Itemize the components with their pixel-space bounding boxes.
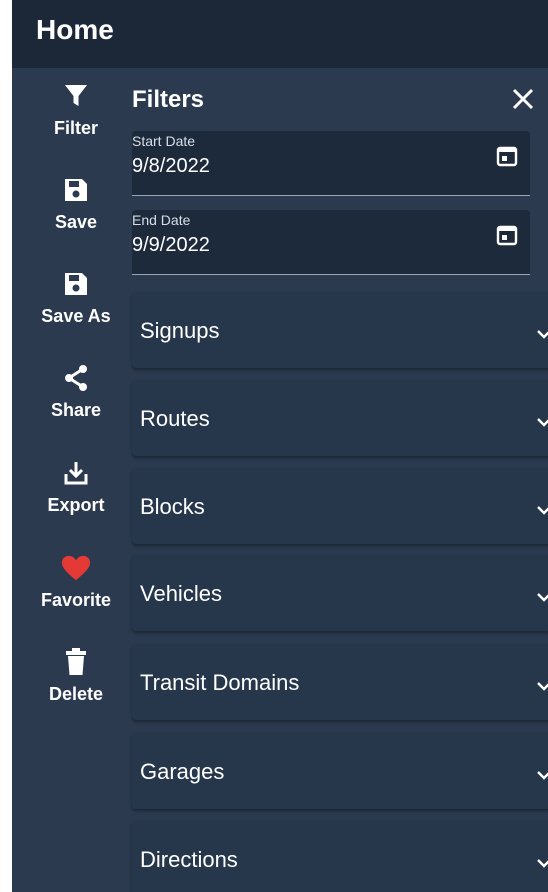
export-label: Export bbox=[47, 495, 105, 515]
end-date-field[interactable]: End Date 9/9/2022 bbox=[132, 210, 530, 275]
share-label: Share bbox=[50, 400, 102, 420]
accordion-label: Vehicles bbox=[140, 581, 222, 606]
accordion-vehicles[interactable]: Vehicles bbox=[132, 555, 548, 631]
trash-icon bbox=[61, 646, 91, 678]
accordion-blocks[interactable]: Blocks bbox=[132, 468, 548, 544]
accordion-label: Signups bbox=[140, 318, 220, 343]
accordion-label: Garages bbox=[140, 759, 225, 784]
accordion-routes[interactable]: Routes bbox=[132, 380, 548, 456]
app-window: Home Filter Save Save As Share Export Fa… bbox=[12, 0, 548, 892]
accordion-garages[interactable]: Garages bbox=[132, 733, 548, 809]
share-icon bbox=[61, 362, 91, 394]
export-icon bbox=[61, 457, 91, 489]
chevron-down-icon bbox=[534, 676, 548, 696]
close-icon bbox=[512, 88, 534, 115]
page-title: Home bbox=[36, 14, 114, 45]
favorite-button[interactable]: Favorite bbox=[12, 552, 140, 632]
heart-icon bbox=[61, 552, 91, 584]
chevron-down-icon bbox=[534, 500, 548, 520]
save-as-button[interactable]: Save As bbox=[12, 268, 140, 348]
end-date-label: End Date bbox=[132, 212, 191, 228]
delete-label: Delete bbox=[48, 684, 104, 704]
close-button[interactable] bbox=[508, 86, 538, 116]
save-as-label: Save As bbox=[41, 306, 111, 326]
filter-label: Filter bbox=[53, 118, 98, 138]
chevron-down-icon bbox=[534, 765, 548, 785]
top-bar: Home bbox=[12, 0, 548, 68]
accordion-directions[interactable]: Directions bbox=[132, 821, 548, 892]
export-button[interactable]: Export bbox=[12, 457, 140, 537]
delete-button[interactable]: Delete bbox=[12, 646, 140, 726]
calendar-icon[interactable] bbox=[496, 224, 518, 246]
filters-title: Filters bbox=[132, 86, 205, 113]
accordion-label: Blocks bbox=[140, 494, 205, 519]
filter-button[interactable]: Filter bbox=[12, 80, 140, 160]
chevron-down-icon bbox=[534, 412, 548, 432]
chevron-down-icon bbox=[534, 587, 548, 607]
accordion-label: Transit Domains bbox=[140, 670, 300, 695]
start-date-field[interactable]: Start Date 9/8/2022 bbox=[132, 131, 530, 196]
accordion-label: Routes bbox=[140, 406, 210, 431]
share-button[interactable]: Share bbox=[12, 362, 140, 442]
start-date-value[interactable]: 9/8/2022 bbox=[132, 155, 210, 178]
filter-icon bbox=[61, 80, 91, 112]
calendar-icon[interactable] bbox=[496, 145, 518, 167]
accordion-transit-domains[interactable]: Transit Domains bbox=[132, 644, 548, 720]
save-as-icon bbox=[61, 268, 91, 300]
favorite-label: Favorite bbox=[40, 590, 112, 610]
accordion-label: Directions bbox=[140, 847, 238, 872]
save-label: Save bbox=[54, 212, 98, 232]
start-date-label: Start Date bbox=[132, 133, 196, 149]
accordion-signups[interactable]: Signups bbox=[132, 292, 548, 368]
chevron-down-icon bbox=[534, 324, 548, 344]
chevron-down-icon bbox=[534, 853, 548, 873]
save-icon bbox=[61, 174, 91, 206]
end-date-value[interactable]: 9/9/2022 bbox=[132, 234, 210, 257]
save-button[interactable]: Save bbox=[12, 174, 140, 254]
